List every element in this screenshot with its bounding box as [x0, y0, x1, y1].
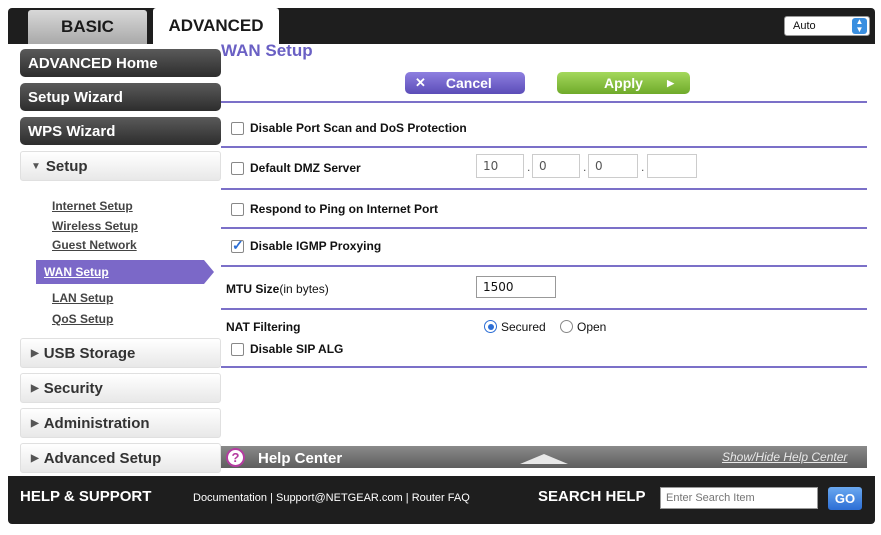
- sidebar-item-qos-setup[interactable]: QoS Setup: [52, 312, 113, 326]
- show-hide-help-link[interactable]: Show/Hide Help Center: [722, 450, 847, 464]
- ip-dot: .: [641, 160, 645, 174]
- triangle-right-icon: ▶: [31, 417, 39, 429]
- ip-dot: .: [527, 160, 531, 174]
- sidebar-item-wireless-setup[interactable]: Wireless Setup: [52, 219, 138, 233]
- page-title: WAN Setup: [221, 41, 313, 60]
- disable-port-scan-checkbox[interactable]: [231, 122, 244, 135]
- disable-igmp-label: Disable IGMP Proxying: [250, 239, 382, 253]
- footer-links: Documentation | Support@NETGEAR.com | Ro…: [193, 492, 470, 504]
- play-icon: ▶: [667, 77, 674, 88]
- sidebar-item-lan-setup[interactable]: LAN Setup: [52, 291, 113, 305]
- sidebar-advanced-setup[interactable]: ▶ Advanced Setup: [20, 443, 221, 473]
- sidebar-setup-wizard[interactable]: Setup Wizard: [20, 83, 221, 111]
- divider: [221, 366, 867, 368]
- dmz-ip-octet-2[interactable]: 0: [532, 154, 580, 178]
- divider: [221, 227, 867, 229]
- nat-open-radio[interactable]: [560, 320, 573, 333]
- disable-igmp-checkbox[interactable]: [231, 237, 244, 254]
- divider: [221, 101, 867, 103]
- nat-open-label: Open: [577, 320, 607, 334]
- mtu-unit: (in bytes): [279, 282, 329, 296]
- sidebar-advanced-home[interactable]: ADVANCED Home: [20, 49, 221, 77]
- sidebar-usb-storage-label: USB Storage: [43, 344, 136, 362]
- select-arrows-icon: ▲ ▼: [852, 18, 867, 34]
- disable-port-scan-label: Disable Port Scan and DoS Protection: [250, 121, 467, 135]
- router-faq-link[interactable]: Router FAQ: [412, 492, 470, 504]
- search-help-label: SEARCH HELP: [538, 488, 646, 505]
- divider: [221, 188, 867, 190]
- language-select[interactable]: Auto ▲ ▼: [784, 16, 870, 36]
- sidebar-wps-wizard[interactable]: WPS Wizard: [20, 117, 221, 145]
- disable-sip-alg-label: Disable SIP ALG: [250, 342, 344, 356]
- sidebar-administration-label: Administration: [43, 414, 150, 432]
- triangle-down-icon: ▼: [31, 160, 41, 172]
- divider: [221, 308, 867, 310]
- nat-secured-radio[interactable]: [484, 320, 497, 333]
- tab-advanced[interactable]: ADVANCED: [153, 8, 279, 44]
- dmz-ip-octet-3[interactable]: 0: [588, 154, 638, 178]
- sidebar-item-guest-network[interactable]: Guest Network: [52, 238, 137, 252]
- default-dmz-checkbox[interactable]: [231, 162, 244, 175]
- documentation-link[interactable]: Documentation: [193, 492, 267, 504]
- mtu-input[interactable]: 1500: [476, 276, 556, 298]
- ip-dot: .: [583, 160, 587, 174]
- respond-ping-checkbox[interactable]: [231, 203, 244, 216]
- mtu-label-text: MTU Size: [226, 282, 280, 296]
- help-expand-arrow-icon[interactable]: [520, 454, 568, 464]
- divider: [221, 265, 867, 267]
- support-email-link[interactable]: Support@NETGEAR.com: [276, 492, 403, 504]
- triangle-right-icon: ▶: [31, 347, 39, 359]
- sidebar-administration[interactable]: ▶ Administration: [20, 408, 221, 438]
- dmz-ip-octet-1[interactable]: 10: [476, 154, 524, 178]
- triangle-right-icon: ▶: [31, 382, 39, 394]
- sidebar-security-label: Security: [43, 379, 103, 397]
- sidebar-usb-storage[interactable]: ▶ USB Storage: [20, 338, 221, 368]
- nat-secured-label: Secured: [501, 320, 546, 334]
- sidebar-item-wan-setup-label: WAN Setup: [44, 265, 109, 279]
- help-center-title: Help Center: [258, 450, 343, 467]
- sidebar-setup-label: Setup: [45, 157, 88, 175]
- sidebar-item-wan-setup[interactable]: WAN Setup: [36, 260, 214, 284]
- disable-sip-alg-checkbox[interactable]: [231, 343, 244, 356]
- help-support-heading: HELP & SUPPORT: [20, 488, 152, 505]
- cancel-button[interactable]: ✕ Cancel: [405, 72, 525, 94]
- sidebar-security[interactable]: ▶ Security: [20, 373, 221, 403]
- help-question-icon: ?: [226, 448, 245, 467]
- divider: [221, 146, 867, 148]
- footer-separator: |: [402, 492, 412, 504]
- sidebar-advanced-setup-label: Advanced Setup: [43, 449, 162, 467]
- default-dmz-label: Default DMZ Server: [250, 161, 361, 175]
- mtu-label: MTU Size(in bytes): [226, 282, 329, 296]
- language-selected: Auto: [793, 20, 816, 32]
- respond-ping-label: Respond to Ping on Internet Port: [250, 202, 438, 216]
- sidebar-item-internet-setup[interactable]: Internet Setup: [52, 199, 133, 213]
- nat-filtering-label: NAT Filtering: [226, 320, 301, 334]
- search-go-button[interactable]: GO: [828, 487, 862, 510]
- close-icon: ✕: [415, 75, 426, 90]
- search-input[interactable]: [660, 487, 818, 509]
- cancel-label: Cancel: [445, 75, 492, 91]
- apply-button[interactable]: Apply ▶: [557, 72, 690, 94]
- triangle-right-icon: ▶: [31, 452, 39, 464]
- footer-separator: |: [267, 492, 276, 504]
- dmz-ip-octet-4[interactable]: [647, 154, 697, 178]
- apply-label: Apply: [604, 75, 643, 91]
- sidebar-setup[interactable]: ▼ Setup: [20, 151, 221, 181]
- tab-basic[interactable]: BASIC: [28, 10, 147, 44]
